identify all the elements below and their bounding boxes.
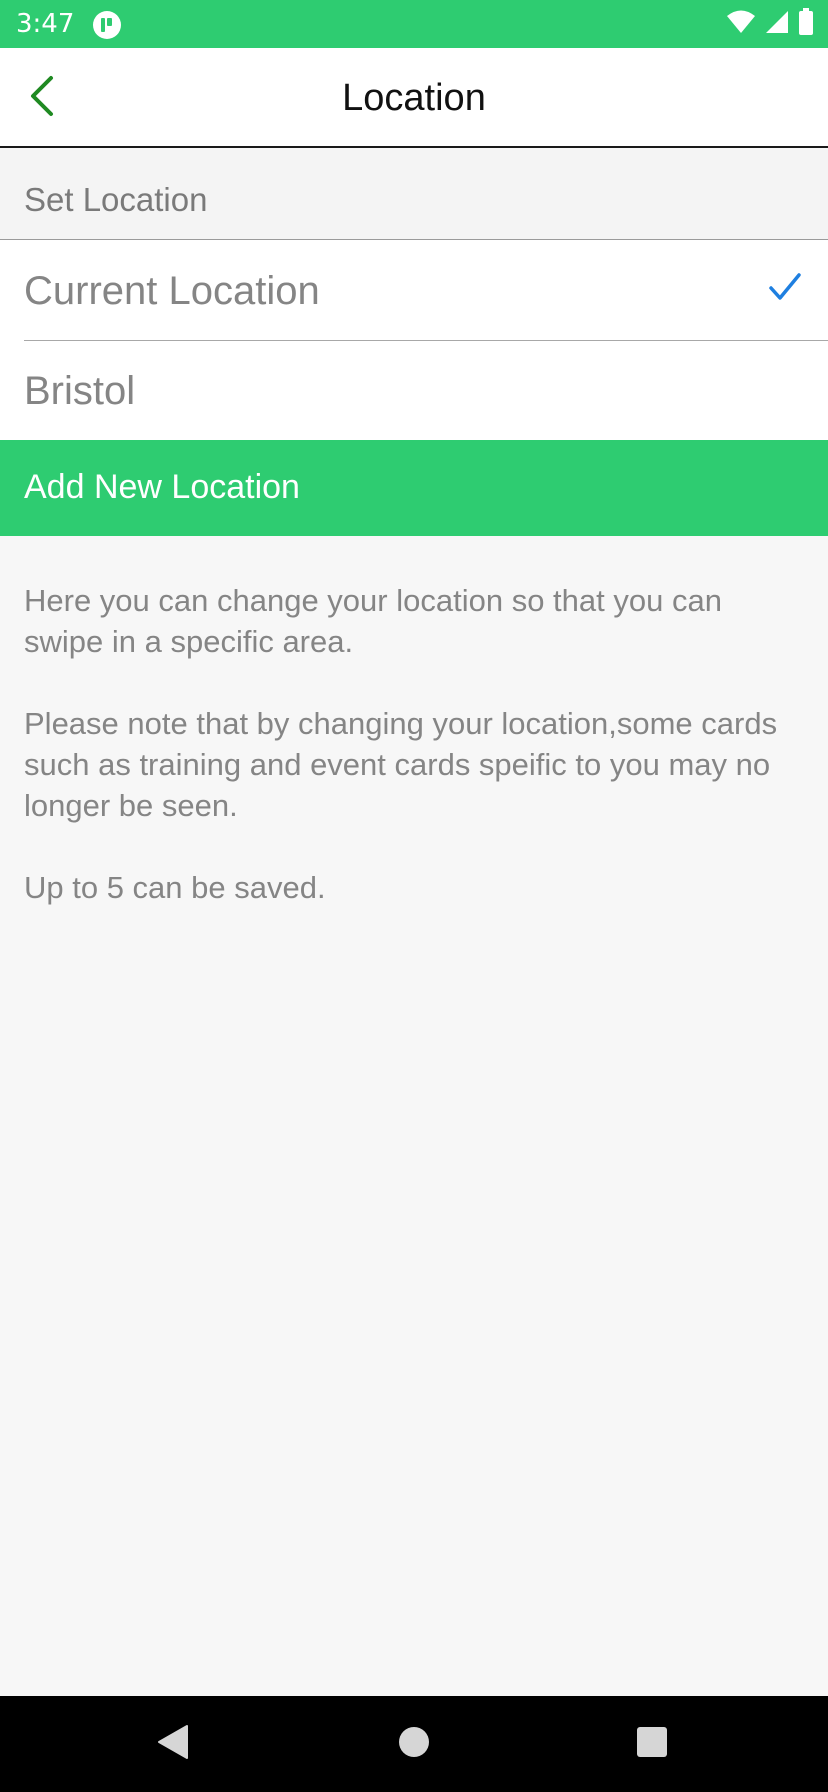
checkmark-icon xyxy=(768,270,802,304)
status-bar: 3:47 xyxy=(0,0,828,48)
page-title: Location xyxy=(342,77,486,119)
info-text: Here you can change your location so tha… xyxy=(24,580,804,949)
cell-signal-icon xyxy=(764,9,790,40)
status-time: 3:47 xyxy=(16,9,75,39)
info-paragraph-3: Up to 5 can be saved. xyxy=(24,870,326,905)
section-header: Set Location xyxy=(0,150,828,240)
battery-icon xyxy=(798,7,814,41)
app-notification-icon xyxy=(92,10,122,40)
system-nav-bar xyxy=(0,1696,828,1792)
nav-home-button[interactable] xyxy=(392,1722,436,1766)
location-label: Bristol xyxy=(24,369,136,413)
home-circle-icon xyxy=(398,1726,430,1763)
nav-recents-button[interactable] xyxy=(630,1722,674,1766)
location-item-current[interactable]: Current Location xyxy=(0,240,828,340)
section-header-label: Set Location xyxy=(24,181,208,218)
info-paragraph-1: Here you can change your location so tha… xyxy=(24,583,722,659)
info-paragraph-2: Please note that by changing your locati… xyxy=(24,706,778,823)
nav-back-button[interactable] xyxy=(151,1722,195,1766)
status-icons xyxy=(726,7,814,41)
back-triangle-icon xyxy=(157,1724,189,1765)
wifi-icon xyxy=(726,9,756,40)
location-item-bristol[interactable]: Bristol xyxy=(0,340,828,440)
add-new-location-label: Add New Location xyxy=(24,468,300,506)
app-header: Location xyxy=(0,48,828,148)
location-label: Current Location xyxy=(24,269,320,313)
location-list: Current Location Bristol xyxy=(0,240,828,440)
recents-square-icon xyxy=(636,1726,668,1763)
add-new-location-button[interactable]: Add New Location xyxy=(0,440,828,536)
